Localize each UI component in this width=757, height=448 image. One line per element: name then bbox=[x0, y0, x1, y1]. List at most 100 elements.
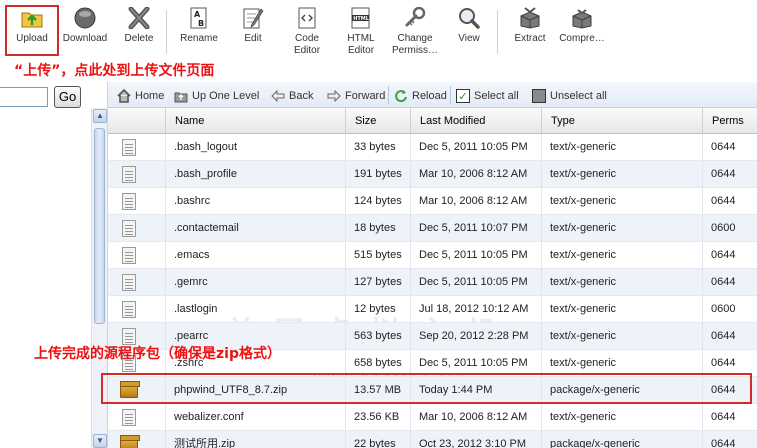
column-divider bbox=[165, 269, 166, 296]
scroll-down-arrow-icon[interactable]: ▼ bbox=[93, 434, 107, 448]
edit-icon bbox=[243, 8, 264, 29]
header-type[interactable]: Type bbox=[541, 108, 702, 134]
table-row[interactable]: .bash_profile 191 bytes Mar 10, 2006 8:12 … bbox=[108, 161, 757, 188]
go-button[interactable]: Go bbox=[54, 86, 81, 108]
document-icon bbox=[122, 274, 136, 291]
document-icon bbox=[122, 301, 136, 318]
extract-button[interactable]: Extract bbox=[508, 4, 552, 60]
column-divider bbox=[345, 323, 346, 350]
column-divider bbox=[702, 269, 703, 296]
checked-checkbox-icon: ✓ bbox=[456, 89, 470, 103]
header-icon-column bbox=[108, 108, 165, 134]
file-last-modified: Oct 23, 2012 3:10 PM bbox=[419, 438, 527, 448]
file-perms[interactable]: 0600 bbox=[702, 296, 757, 323]
file-perms[interactable]: 0644 bbox=[702, 161, 757, 188]
document-icon bbox=[122, 166, 136, 183]
toolbar-divider bbox=[497, 10, 498, 54]
column-divider bbox=[345, 134, 346, 161]
file-perms[interactable]: 0644 bbox=[702, 431, 757, 448]
back-link[interactable]: Back bbox=[271, 88, 313, 104]
column-divider bbox=[541, 296, 542, 323]
change-permissions-button[interactable]: Change Permiss… bbox=[389, 4, 441, 60]
document-icon bbox=[122, 409, 136, 426]
home-link[interactable]: Home bbox=[117, 88, 164, 104]
rename-label: Rename bbox=[180, 33, 218, 44]
column-divider bbox=[410, 215, 411, 242]
upload-label: Upload bbox=[16, 33, 48, 44]
file-name[interactable]: .bash_logout bbox=[165, 134, 345, 161]
file-perms[interactable]: 0644 bbox=[702, 269, 757, 296]
file-type: text/x-generic bbox=[550, 249, 617, 261]
column-divider bbox=[410, 188, 411, 215]
file-size: 33 bytes bbox=[354, 141, 396, 153]
table-row[interactable]: .contactemail 18 bytes Dec 5, 2011 10:07 P… bbox=[108, 215, 757, 242]
file-type: text/x-generic bbox=[550, 222, 617, 234]
compress-button[interactable]: Compre… bbox=[556, 4, 608, 60]
up-one-level-link[interactable]: Up One Level bbox=[174, 88, 259, 104]
rename-button[interactable]: A B Rename bbox=[176, 4, 222, 60]
upload-button[interactable]: Upload bbox=[9, 4, 55, 60]
column-divider bbox=[345, 404, 346, 431]
column-divider bbox=[702, 215, 703, 242]
file-name[interactable]: 测试所用.zip bbox=[165, 431, 345, 448]
column-divider bbox=[541, 269, 542, 296]
header-name[interactable]: Name bbox=[165, 108, 345, 134]
select-all-link[interactable]: ✓ Select all bbox=[456, 88, 519, 104]
forward-link[interactable]: Forward bbox=[327, 88, 385, 104]
file-name[interactable]: .contactemail bbox=[165, 215, 345, 242]
code-editor-button[interactable]: Code Editor bbox=[287, 4, 327, 60]
file-size: 127 bytes bbox=[354, 276, 402, 288]
file-perms[interactable]: 0644 bbox=[702, 242, 757, 269]
file-perms[interactable]: 0644 bbox=[702, 134, 757, 161]
upload-annotation: “上传”，点此处到上传文件页面 bbox=[14, 63, 215, 79]
header-last-modified[interactable]: Last Modified bbox=[410, 108, 541, 134]
table-row[interactable]: 测试所用.zip 22 bytes Oct 23, 2012 3:10 PM pack… bbox=[108, 431, 757, 448]
file-type: text/x-generic bbox=[550, 276, 617, 288]
table-row[interactable]: .bash_logout 33 bytes Dec 5, 2011 10:05 PM… bbox=[108, 134, 757, 161]
file-icon-cell bbox=[108, 404, 165, 431]
column-divider bbox=[541, 134, 542, 161]
table-row[interactable]: .lastlogin 12 bytes Jul 18, 2012 10:12 AM t… bbox=[108, 296, 757, 323]
header-size[interactable]: Size bbox=[345, 108, 410, 134]
file-perms[interactable]: 0644 bbox=[702, 404, 757, 431]
zip-file-highlight-frame bbox=[101, 373, 752, 404]
table-row[interactable]: .gemrc 127 bytes Dec 5, 2011 10:05 PM text/… bbox=[108, 269, 757, 296]
download-label: Download bbox=[62, 33, 108, 44]
file-name[interactable]: .bashrc bbox=[165, 188, 345, 215]
delete-button[interactable]: Delete bbox=[119, 4, 159, 60]
scrollbar-thumb[interactable] bbox=[94, 128, 105, 324]
column-divider bbox=[345, 188, 346, 215]
html-editor-button[interactable]: HTML HTML Editor bbox=[340, 4, 382, 60]
file-last-modified: Mar 10, 2006 8:12 AM bbox=[419, 168, 528, 180]
edit-button[interactable]: Edit bbox=[235, 4, 271, 60]
file-icon-cell bbox=[108, 215, 165, 242]
reload-link[interactable]: Reload bbox=[394, 88, 447, 104]
table-row[interactable]: .bashrc 124 bytes Mar 10, 2006 8:12 AM text… bbox=[108, 188, 757, 215]
download-button[interactable]: Download bbox=[60, 4, 110, 60]
column-divider bbox=[165, 161, 166, 188]
file-perms[interactable]: 0644 bbox=[702, 323, 757, 350]
column-divider bbox=[410, 404, 411, 431]
scroll-up-arrow-icon[interactable]: ▲ bbox=[93, 109, 107, 123]
file-name[interactable]: .emacs bbox=[165, 242, 345, 269]
file-name[interactable]: .gemrc bbox=[165, 269, 345, 296]
unselect-all-link[interactable]: Unselect all bbox=[532, 88, 607, 104]
column-divider bbox=[165, 215, 166, 242]
file-size: 12 bytes bbox=[354, 303, 396, 315]
file-name[interactable]: .bash_profile bbox=[165, 161, 345, 188]
delete-label: Delete bbox=[124, 33, 154, 44]
file-name[interactable]: .lastlogin bbox=[165, 296, 345, 323]
view-button[interactable]: View bbox=[452, 4, 486, 60]
table-row[interactable]: .emacs 515 bytes Dec 5, 2011 10:05 PM text/… bbox=[108, 242, 757, 269]
rename-icon: A B bbox=[190, 7, 207, 29]
file-name[interactable]: webalizer.conf bbox=[165, 404, 345, 431]
extract-icon bbox=[520, 7, 540, 29]
header-perms[interactable]: Perms bbox=[702, 108, 757, 134]
directory-path-input[interactable] bbox=[0, 87, 48, 107]
file-perms[interactable]: 0600 bbox=[702, 215, 757, 242]
table-row[interactable]: webalizer.conf 23.56 KB Mar 10, 2006 8:12 … bbox=[108, 404, 757, 431]
file-perms[interactable]: 0644 bbox=[702, 188, 757, 215]
file-type: text/x-generic bbox=[550, 330, 617, 342]
column-divider bbox=[345, 431, 346, 448]
code-editor-icon bbox=[298, 7, 316, 29]
